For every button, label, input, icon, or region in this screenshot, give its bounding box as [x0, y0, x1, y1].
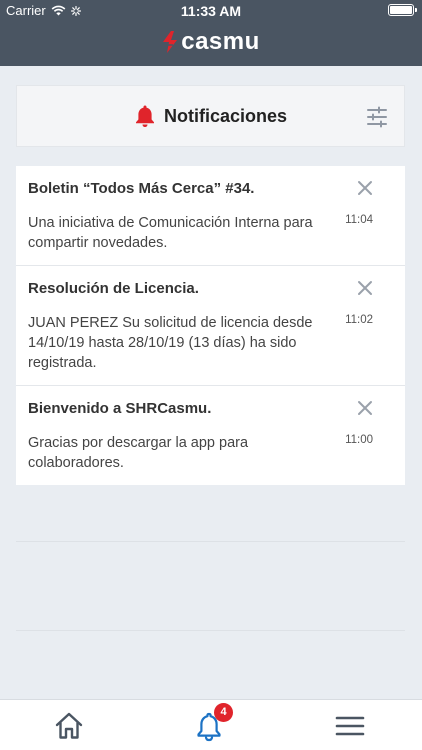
notification-title: Bienvenido a SHRCasmu. — [28, 400, 212, 417]
app-header: Carrier 11:33 AM casmu — [0, 0, 422, 66]
status-bar: Carrier 11:33 AM — [0, 0, 422, 22]
page-title: Notificaciones — [163, 105, 288, 126]
close-icon[interactable] — [357, 280, 373, 296]
divider — [16, 630, 405, 631]
notification-count-badge: 4 — [214, 703, 233, 722]
status-time: 11:33 AM — [180, 3, 242, 19]
notification-list: Boletin “Todos Más Cerca” #34. Una inici… — [16, 166, 405, 485]
notification-title: Boletin “Todos Más Cerca” #34. — [28, 180, 255, 197]
notification-item[interactable]: Boletin “Todos Más Cerca” #34. Una inici… — [16, 166, 405, 266]
notification-item[interactable]: Bienvenido a SHRCasmu. Gracias por desca… — [16, 386, 405, 485]
logo-text: casmu — [181, 28, 260, 55]
battery-icon — [388, 4, 417, 16]
notification-item[interactable]: Resolución de Licencia. JUAN PEREZ Su so… — [16, 266, 405, 386]
divider — [16, 541, 405, 542]
sliders-icon[interactable] — [366, 106, 388, 128]
bell-icon — [135, 105, 154, 127]
notifications-title-card: Notificaciones — [16, 85, 405, 147]
casmu-logo: casmu — [0, 28, 422, 56]
notification-body: JUAN PEREZ Su solicitud de licencia desd… — [28, 315, 313, 371]
close-icon[interactable] — [357, 400, 373, 416]
notification-time: 11:00 — [345, 434, 373, 446]
close-icon[interactable] — [357, 180, 373, 196]
menu-icon[interactable] — [334, 710, 366, 742]
casmu-logo-mark-icon — [163, 31, 178, 53]
home-icon[interactable] — [53, 710, 85, 742]
notification-body: Gracias por descargar la app para colabo… — [28, 435, 249, 471]
tab-bar: 4 — [0, 699, 422, 750]
notification-time: 11:02 — [345, 314, 373, 326]
notification-body: Una iniciativa de Comunicación Interna p… — [28, 215, 313, 251]
notification-title: Resolución de Licencia. — [28, 280, 199, 297]
notification-time: 11:04 — [345, 214, 373, 226]
